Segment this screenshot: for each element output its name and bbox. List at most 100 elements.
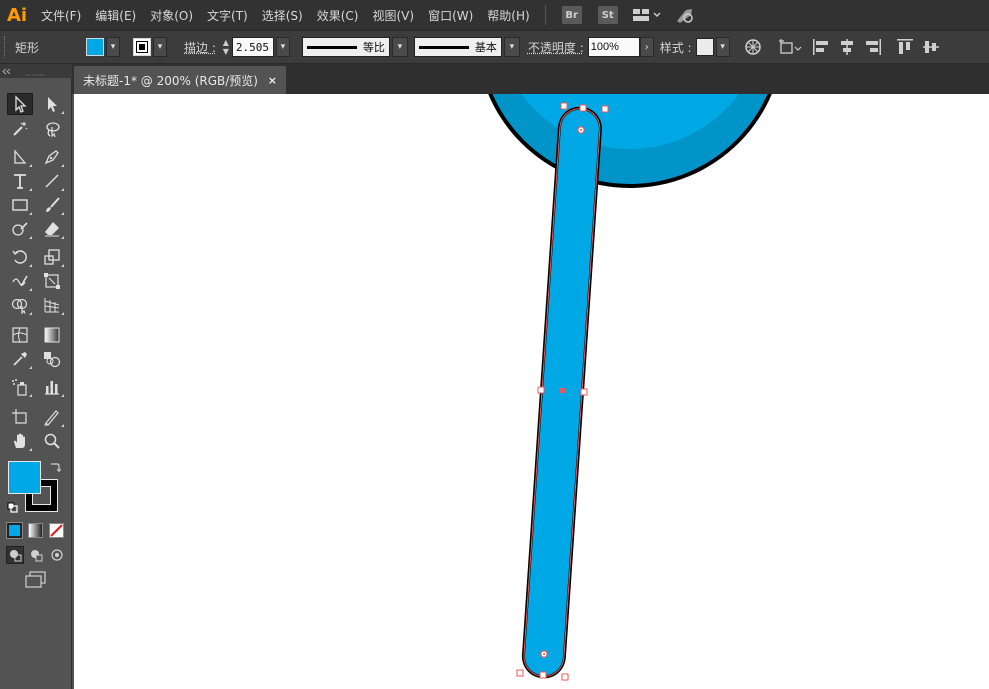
- paintbrush-tool[interactable]: [39, 194, 65, 216]
- layout-grid-icon: [632, 9, 661, 21]
- stroke-width-input[interactable]: [231, 37, 274, 57]
- align-top-button[interactable]: [896, 38, 914, 56]
- rectangle-tool[interactable]: [7, 194, 33, 216]
- bbox-handle[interactable]: [561, 673, 569, 681]
- column-graph-tool[interactable]: [39, 376, 65, 398]
- bridge-button[interactable]: Br: [561, 6, 582, 24]
- swap-fill-stroke-icon[interactable]: [49, 461, 62, 473]
- hand-tool[interactable]: [7, 430, 33, 452]
- stroke-width-dropdown[interactable]: ▾: [275, 37, 290, 57]
- bbox-handle[interactable]: [516, 669, 524, 677]
- rectangle-tool-icon: [12, 199, 28, 211]
- draw-inside-button[interactable]: [48, 546, 66, 564]
- shaper-tool[interactable]: [7, 218, 33, 240]
- bbox-handle[interactable]: [579, 104, 587, 112]
- stroke-swatch[interactable]: [133, 38, 152, 56]
- align-left-button[interactable]: [812, 38, 830, 56]
- color-mode-button[interactable]: [6, 522, 23, 539]
- zoom-tool[interactable]: [39, 430, 65, 452]
- eyedropper-tool[interactable]: [7, 348, 33, 370]
- fill-color-control[interactable]: ▾: [86, 36, 121, 58]
- align-vertical-center-button[interactable]: [922, 38, 940, 56]
- default-fill-stroke-icon[interactable]: [7, 502, 19, 514]
- align-right-button[interactable]: [864, 38, 882, 56]
- transform-button[interactable]: [778, 38, 804, 56]
- rotate-tool-icon: [12, 250, 27, 264]
- draw-normal-button[interactable]: [6, 546, 24, 564]
- none-mode-button[interactable]: [49, 523, 64, 538]
- magic-wand-tool[interactable]: [7, 118, 33, 140]
- app-logo: Ai: [6, 4, 28, 26]
- color-wheel-icon: [744, 39, 761, 55]
- menu-type[interactable]: 文字(T): [200, 7, 255, 24]
- lollipop-head-shape[interactable]: [476, 94, 784, 188]
- stock-button[interactable]: St: [597, 6, 618, 24]
- fill-dropdown[interactable]: ▾: [106, 37, 121, 57]
- stroke-color-control[interactable]: ▾: [133, 36, 168, 58]
- blend-tool[interactable]: [39, 348, 65, 370]
- opacity-label[interactable]: 不透明度 :: [528, 39, 584, 56]
- menu-object[interactable]: 对象(O): [143, 7, 200, 24]
- shape-builder-tool[interactable]: [7, 294, 33, 316]
- line-segment-tool[interactable]: [39, 170, 65, 192]
- brush-definition[interactable]: 基本: [413, 37, 502, 57]
- menu-window[interactable]: 窗口(W): [421, 7, 480, 24]
- fill-color-well[interactable]: [8, 461, 41, 494]
- warp-tool-icon: [12, 275, 28, 287]
- control-bar-grip[interactable]: [4, 36, 11, 58]
- menu-effect[interactable]: 效果(C): [310, 7, 366, 24]
- fill-swatch[interactable]: [86, 38, 105, 56]
- gradient-mode-button[interactable]: [28, 523, 43, 538]
- screen-mode-button[interactable]: [24, 571, 48, 589]
- menu-separator: [544, 5, 546, 25]
- rotate-tool[interactable]: [7, 246, 33, 268]
- warp-tool[interactable]: [7, 270, 33, 292]
- menu-select[interactable]: 选择(S): [255, 7, 310, 24]
- draw-behind-button[interactable]: [27, 546, 45, 564]
- align-horizontal-center-button[interactable]: [838, 38, 856, 56]
- stroke-width-stepper[interactable]: ▲ ▼: [220, 36, 232, 58]
- opacity-arrow-button[interactable]: ›: [639, 37, 654, 57]
- opacity-input[interactable]: [587, 37, 640, 57]
- stroke-label[interactable]: 描边 :: [184, 39, 216, 56]
- perspective-grid-tool[interactable]: [39, 294, 65, 316]
- graphic-style-dropdown[interactable]: ▾: [715, 37, 730, 57]
- pen-tool[interactable]: [7, 146, 33, 168]
- workspace-layout-button[interactable]: [632, 8, 662, 22]
- paintbrush-tool-icon: [46, 197, 60, 212]
- bbox-handle[interactable]: [580, 388, 588, 396]
- bbox-handle[interactable]: [601, 105, 609, 113]
- recolor-artwork-button[interactable]: [744, 38, 762, 56]
- menu-view[interactable]: 视图(V): [365, 7, 421, 24]
- close-tab-icon[interactable]: ×: [268, 74, 277, 87]
- profile-dropdown[interactable]: ▾: [391, 37, 408, 57]
- symbol-sprayer-tool[interactable]: [7, 376, 33, 398]
- slice-tool[interactable]: [39, 406, 65, 428]
- gpu-performance-button[interactable]: [674, 6, 696, 24]
- document-tab[interactable]: 未标题-1* @ 200% (RGB/预览) ×: [74, 66, 286, 94]
- bbox-handle[interactable]: [539, 671, 547, 679]
- stroke-dropdown[interactable]: ▾: [153, 37, 168, 57]
- lasso-tool[interactable]: [39, 118, 65, 140]
- eraser-tool-icon: [45, 222, 59, 237]
- artboard-canvas[interactable]: [74, 94, 989, 689]
- graphic-style-swatch[interactable]: [695, 38, 714, 56]
- variable-width-profile[interactable]: 等比: [301, 37, 390, 57]
- scale-tool[interactable]: [39, 246, 65, 268]
- eraser-tool[interactable]: [39, 218, 65, 240]
- curvature-tool[interactable]: [39, 146, 65, 168]
- type-tool[interactable]: [7, 170, 33, 192]
- mesh-tool[interactable]: [7, 324, 33, 346]
- artboard-tool[interactable]: [7, 406, 33, 428]
- menu-edit[interactable]: 编辑(E): [88, 7, 143, 24]
- direct-selection-tool[interactable]: [39, 93, 65, 115]
- bbox-handle[interactable]: [537, 386, 545, 394]
- menu-file[interactable]: 文件(F): [34, 7, 88, 24]
- bbox-handle[interactable]: [560, 102, 568, 110]
- free-transform-tool[interactable]: [39, 270, 65, 292]
- selection-tool[interactable]: [7, 93, 33, 115]
- toolbox-header[interactable]: [0, 64, 72, 78]
- brush-dropdown[interactable]: ▾: [503, 37, 520, 57]
- gradient-tool[interactable]: [39, 324, 65, 346]
- menu-help[interactable]: 帮助(H): [480, 7, 536, 24]
